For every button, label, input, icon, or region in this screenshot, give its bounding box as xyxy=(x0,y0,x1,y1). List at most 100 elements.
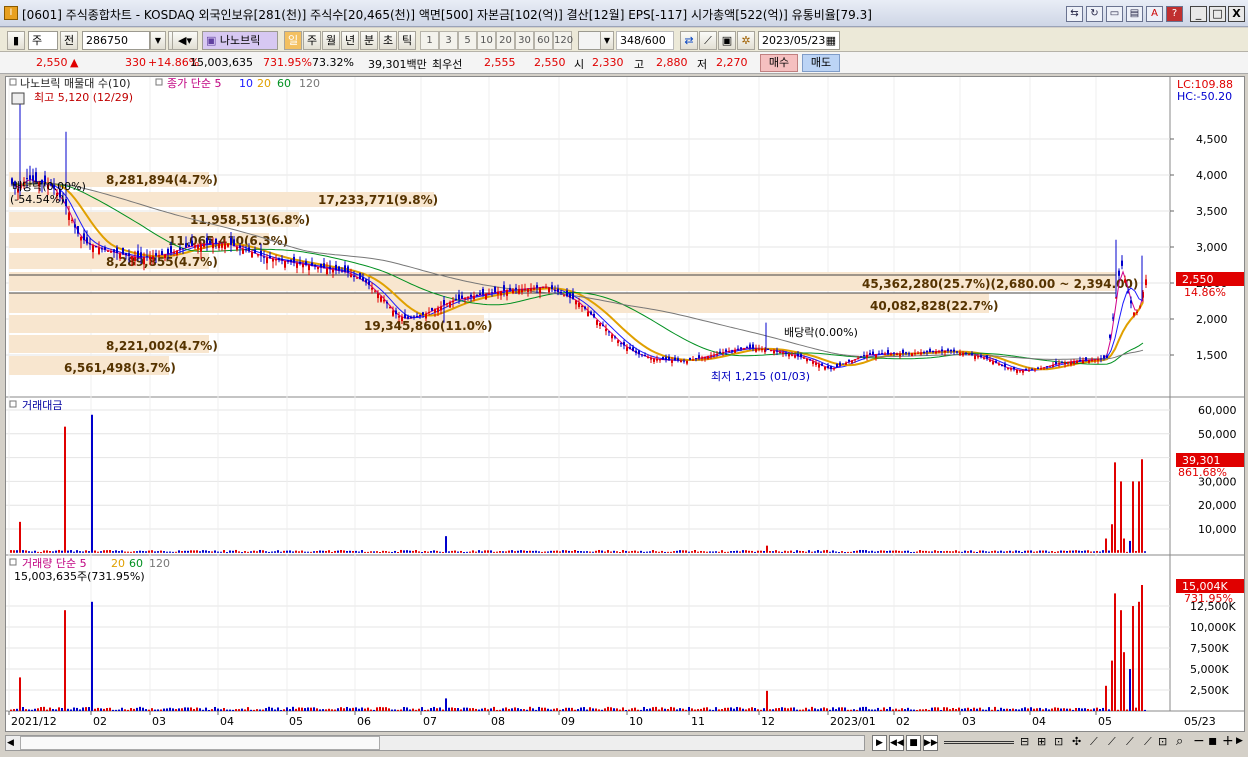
interval-button-7[interactable]: 120 xyxy=(553,31,573,50)
period-button-1[interactable]: 주 xyxy=(303,31,321,50)
gear-icon[interactable]: ✲ xyxy=(737,31,755,50)
stop-icon[interactable]: ■ xyxy=(906,735,921,751)
draw-icon[interactable]: ⟋ xyxy=(1090,735,1104,751)
stock-name-field[interactable]: ▣ 나노브릭 xyxy=(202,31,278,50)
scroll-thumb[interactable] xyxy=(20,736,380,750)
chart-settings-icon[interactable]: ▮ xyxy=(7,31,25,50)
candle-body xyxy=(686,360,688,364)
crosshair-icon[interactable]: ✣ xyxy=(1072,735,1086,751)
volume-profile-label: 8,221,002(4.7%) xyxy=(106,339,218,353)
volume-bar xyxy=(736,706,738,711)
screen-icon[interactable]: ⊡ xyxy=(1158,735,1172,751)
volume-toggle-icon[interactable] xyxy=(9,558,17,566)
volume-bar xyxy=(88,707,90,711)
candle-body xyxy=(83,233,85,241)
chart-area[interactable]: 8,281,894(4.7%) 17,233,771(9.8%) 11,958,51… xyxy=(5,76,1245,732)
volume-bar xyxy=(652,707,654,711)
rewind-icon[interactable]: ◀◀ xyxy=(889,735,904,751)
fast-forward-icon[interactable]: ▶▶ xyxy=(923,735,938,751)
period-button-6[interactable]: 틱 xyxy=(398,31,416,50)
draw-2-icon[interactable]: ⟋ xyxy=(1108,735,1122,751)
volume-bar xyxy=(181,708,183,711)
volume-bar xyxy=(1129,669,1131,711)
amount-toggle-icon[interactable] xyxy=(9,400,17,408)
amount-bar xyxy=(412,550,414,553)
speaker-icon[interactable]: ◀▾ xyxy=(172,31,198,50)
draw-3-icon[interactable]: ⟋ xyxy=(1126,735,1140,751)
interval-button-4[interactable]: 20 xyxy=(496,31,515,50)
refresh-icon[interactable]: ↻ xyxy=(1086,6,1103,22)
stop-square-icon[interactable]: ▪ xyxy=(1208,733,1220,749)
calendar-icon[interactable]: ▦ xyxy=(826,32,836,49)
calendar-marker-icon[interactable] xyxy=(11,92,25,105)
candle-body xyxy=(917,352,919,354)
volume-bar xyxy=(1024,707,1026,711)
link-icon[interactable]: ⇆ xyxy=(1066,6,1083,22)
disk-icon[interactable]: ▣ xyxy=(718,31,736,50)
scroll-left-icon[interactable]: ◀ xyxy=(7,736,19,750)
volume-bar xyxy=(361,707,363,711)
interval-button-6[interactable]: 60 xyxy=(534,31,553,50)
period-button-4[interactable]: 분 xyxy=(360,31,378,50)
layout-3-icon[interactable]: ⊡ xyxy=(1054,735,1068,751)
layout-1-icon[interactable]: ⊟ xyxy=(1020,735,1034,751)
candle-body xyxy=(1001,365,1003,367)
save-icon[interactable]: ▤ xyxy=(1126,6,1143,22)
amount-bar xyxy=(820,551,822,553)
volume-bar xyxy=(817,709,819,711)
amount-bar xyxy=(268,551,270,553)
close-button[interactable]: X xyxy=(1228,6,1245,22)
draw-4-icon[interactable]: ⟋ xyxy=(1144,735,1158,751)
stock-chart[interactable]: 8,281,894(4.7%) 17,233,771(9.8%) 11,958,51… xyxy=(6,77,1244,731)
interval-button-1[interactable]: 3 xyxy=(439,31,458,50)
dropdown-arrow-icon[interactable]: ▼ xyxy=(150,31,166,50)
volume-bar xyxy=(616,708,618,711)
help-icon[interactable]: ? xyxy=(1166,6,1183,22)
font-icon[interactable]: A xyxy=(1146,6,1163,22)
maximize-button[interactable]: □ xyxy=(1209,6,1226,22)
compare-icon[interactable]: ⇄ xyxy=(680,31,698,50)
speed-slider[interactable] xyxy=(944,741,1014,744)
volume-bar xyxy=(550,709,552,711)
interval-button-0[interactable]: 1 xyxy=(420,31,439,50)
sell-button[interactable]: 매도 xyxy=(802,54,840,72)
amount-bar xyxy=(325,550,327,553)
amount-bar xyxy=(424,550,426,553)
period-button-3[interactable]: 년 xyxy=(341,31,359,50)
line-tool-icon[interactable]: ⟋ xyxy=(699,31,717,50)
zoom-search-icon[interactable]: ⌕ xyxy=(1176,734,1190,750)
date-input[interactable]: 2023/05/23 ▦ xyxy=(758,31,840,50)
amount-bar xyxy=(1117,550,1119,553)
window-icon[interactable]: ▭ xyxy=(1106,6,1123,22)
market-select[interactable]: 주 xyxy=(28,31,58,50)
chart-scrollbar[interactable]: ◀ ▶ ◀◀ ■ ▶▶ ⊟ ⊞ ⊡ ✣ ⟋ ⟋ ⟋ ⟋ ⊡ ⌕ − ▪ + ▶ xyxy=(0,732,1248,757)
ma-toggle-icon[interactable] xyxy=(155,78,163,86)
scroll-right-icon[interactable]: ▶ xyxy=(1236,736,1246,752)
candle-body xyxy=(869,352,871,355)
candle-body xyxy=(779,352,781,354)
buy-button[interactable]: 매수 xyxy=(760,54,798,72)
interval-button-3[interactable]: 10 xyxy=(477,31,496,50)
x-axis-label: 03 xyxy=(962,715,976,728)
market-suffix-button[interactable]: 전 xyxy=(60,31,78,50)
period-button-0[interactable]: 일 xyxy=(284,31,302,50)
interval-button-5[interactable]: 30 xyxy=(515,31,534,50)
period-button-5[interactable]: 초 xyxy=(379,31,397,50)
layout-2-icon[interactable]: ⊞ xyxy=(1037,735,1051,751)
amount-bar xyxy=(535,550,537,553)
interval-button-2[interactable]: 5 xyxy=(458,31,477,50)
amount-bar xyxy=(457,551,459,553)
zoom-out-icon[interactable]: − xyxy=(1193,733,1205,749)
legend-toggle-icon[interactable] xyxy=(9,78,17,86)
period-button-2[interactable]: 월 xyxy=(322,31,340,50)
candle-body xyxy=(737,348,739,350)
zoom-in-icon[interactable]: + xyxy=(1222,733,1234,749)
volume-bar xyxy=(400,709,402,711)
amount-bar xyxy=(910,552,912,554)
interval-dropdown-icon[interactable]: ▼ xyxy=(600,31,614,50)
volume-bar xyxy=(925,708,927,711)
play-icon[interactable]: ▶ xyxy=(872,735,887,751)
minimize-button[interactable]: _ xyxy=(1190,6,1207,22)
data-count-field[interactable]: 348/600 xyxy=(616,31,674,50)
stock-code-input[interactable]: 286750 xyxy=(82,31,150,50)
